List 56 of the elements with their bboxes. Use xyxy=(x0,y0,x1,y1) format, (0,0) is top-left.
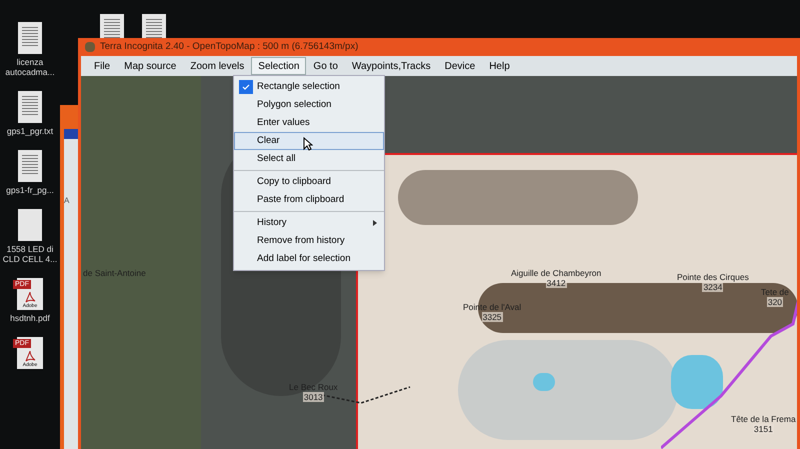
menu-item[interactable]: Device xyxy=(438,57,482,75)
place-label: de Saint-Antoine xyxy=(83,268,146,278)
desktop-icon-label[interactable]: licenza autocadma... xyxy=(0,57,60,77)
window-text: A xyxy=(64,196,70,205)
menu-option[interactable]: Enter values xyxy=(234,114,384,132)
place-label: Tete de xyxy=(761,287,789,297)
menu-option[interactable]: Add label for selection xyxy=(234,250,384,268)
desktop-icon-label[interactable]: 1558 LED di CLD CELL 4... xyxy=(0,244,60,264)
submenu-arrow-icon xyxy=(373,220,377,226)
elevation-label: 3234 xyxy=(702,282,724,292)
menu-option-label: Remove from history xyxy=(257,234,345,248)
menu-item[interactable]: Selection xyxy=(251,57,306,75)
menu-option-label: Rectangle selection xyxy=(257,80,340,94)
menu-option-label: History xyxy=(257,216,287,230)
menu-option-label: Polygon selection xyxy=(257,98,332,112)
menu-option[interactable]: Clear xyxy=(234,132,384,150)
elevation-label: 320 xyxy=(766,297,784,307)
window-title: Terra Incognita 2.40 - OpenTopoMap : 500 m (6.756143m/px) xyxy=(100,40,358,54)
mouse-cursor-icon xyxy=(303,137,313,151)
menu-item[interactable]: Zoom levels xyxy=(183,57,252,75)
menu-option-label: Select all xyxy=(257,152,296,166)
blank-file-icon xyxy=(18,209,42,241)
desktop-icon-label[interactable]: hsdtnh.pdf xyxy=(0,313,60,323)
check-icon xyxy=(239,80,253,94)
place-label: Tête de la Frema xyxy=(731,414,796,424)
app-icon xyxy=(85,42,95,52)
menu-option-label: Add label for selection xyxy=(257,252,350,266)
text-file-icon xyxy=(18,91,42,123)
menu-option-label: Copy to clipboard xyxy=(257,174,331,189)
menu-item[interactable]: Map source xyxy=(117,57,184,75)
menu-option[interactable]: Polygon selection xyxy=(234,96,384,114)
place-label: Aiguille de Chambeyron xyxy=(511,268,602,278)
menu-option[interactable]: Remove from history xyxy=(234,232,384,250)
menu-item[interactable]: Waypoints,Tracks xyxy=(344,57,438,75)
menu-item[interactable]: File xyxy=(87,57,118,75)
place-label: Pointe des Cirques xyxy=(677,272,749,282)
text-file-icon xyxy=(18,150,42,182)
desktop-icon-label[interactable]: gps1-fr_pg... xyxy=(0,185,60,195)
menu-option-label: Paste from clipboard xyxy=(257,192,344,207)
menu-option[interactable]: Rectangle selection xyxy=(234,78,384,96)
text-file-icon xyxy=(18,22,42,54)
desktop-icon-label[interactable]: gps1_pgr.txt xyxy=(0,126,60,136)
elevation-label: 3151 xyxy=(752,424,774,434)
lake-drawing xyxy=(671,355,723,409)
elevation-label: 3325 xyxy=(482,312,503,322)
menu-item[interactable]: Go to xyxy=(306,57,345,75)
menu-option[interactable]: Select all xyxy=(234,150,384,168)
menu-item[interactable]: Help xyxy=(482,57,517,75)
menu-option[interactable]: Copy to clipboard xyxy=(234,173,384,191)
elevation-label: 3013 xyxy=(302,392,324,402)
elevation-label: 3412 xyxy=(546,278,567,288)
menu-option[interactable]: Paste from clipboard xyxy=(234,191,384,209)
menu-option-label: Enter values xyxy=(257,116,310,130)
menu-option[interactable]: History xyxy=(234,214,384,232)
menu-option-label: Clear xyxy=(257,134,280,148)
selected-item-bar xyxy=(64,129,78,139)
